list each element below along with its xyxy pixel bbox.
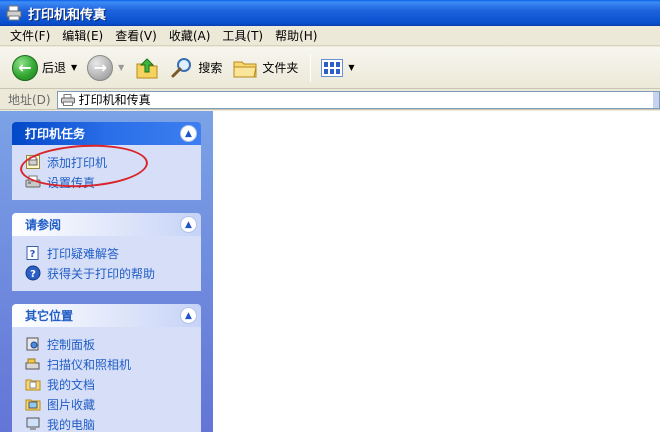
control-panel-icon	[25, 336, 41, 352]
my-pictures-icon	[25, 396, 41, 412]
address-value: 打印机和传真	[78, 93, 151, 107]
panel-title: 其它位置	[25, 309, 74, 323]
views-dropdown-icon[interactable]: ▼	[348, 63, 354, 72]
task-print-troubleshooter[interactable]: ? 打印疑难解答	[25, 243, 201, 263]
my-computer-icon	[25, 416, 41, 432]
panel-body: ? 打印疑难解答 ? 获得关于打印的帮助	[12, 236, 201, 291]
task-label: 获得关于打印的帮助	[47, 266, 156, 281]
svg-text:?: ?	[30, 269, 36, 280]
up-folder-icon	[134, 55, 160, 81]
panel-header[interactable]: 请参阅 ▲	[12, 213, 201, 236]
collapse-icon[interactable]: ▲	[180, 125, 197, 142]
search-button-label: 搜索	[198, 61, 223, 75]
window-title: 打印机和传真	[28, 7, 107, 23]
views-icon	[321, 58, 344, 77]
printer-fax-icon	[60, 93, 75, 106]
back-button-label: 后退	[42, 61, 67, 75]
fax-icon	[25, 174, 41, 190]
scanner-camera-icon	[25, 356, 41, 372]
panel-title: 打印机任务	[25, 127, 86, 141]
folder-icon	[232, 57, 258, 79]
address-dropdown-icon[interactable]	[653, 91, 659, 108]
task-scanners-cameras[interactable]: 扫描仪和照相机	[25, 354, 201, 374]
toolbar: ← 后退 ▼ → ▼ 搜索 文件夹 ▼	[0, 47, 660, 89]
task-label: 控制面板	[47, 337, 96, 352]
printer-fax-icon	[6, 5, 22, 21]
menu-tools[interactable]: 工具(T)	[216, 27, 269, 45]
forward-dropdown-icon[interactable]: ▼	[118, 63, 124, 72]
svg-text:?: ?	[30, 249, 36, 260]
menu-view[interactable]: 查看(V)	[109, 27, 163, 45]
folders-button[interactable]: 文件夹	[228, 51, 302, 85]
search-icon	[170, 56, 194, 80]
folders-button-label: 文件夹	[262, 61, 299, 75]
address-input[interactable]: 打印机和传真	[56, 90, 660, 109]
address-bar: 地址(D) 打印机和传真	[0, 90, 660, 110]
task-my-computer[interactable]: 我的电脑	[25, 414, 201, 432]
task-label: 设置传真	[47, 175, 96, 190]
add-printer-icon	[25, 154, 41, 170]
title-bar[interactable]: 打印机和传真	[0, 0, 660, 26]
up-folder-button[interactable]	[130, 51, 164, 85]
collapse-icon[interactable]: ▲	[180, 216, 197, 233]
task-label: 我的文档	[47, 377, 96, 392]
address-label: 地址(D)	[8, 93, 51, 107]
back-dropdown-icon[interactable]: ▼	[71, 63, 77, 72]
panel-other-places: 其它位置 ▲ 控制面板 扫描仪和照相机 我的文档 图片收藏 我的电脑	[12, 304, 201, 432]
panel-printer-tasks: 打印机任务 ▲ 添加打印机 设置传真	[12, 122, 201, 200]
collapse-icon[interactable]: ▲	[180, 307, 197, 324]
back-button[interactable]: ← 后退 ▼	[8, 51, 81, 85]
task-my-pictures[interactable]: 图片收藏	[25, 394, 201, 414]
panel-body: 添加打印机 设置传真	[12, 145, 201, 200]
panel-see-also: 请参阅 ▲ ? 打印疑难解答 ? 获得关于打印的帮助	[12, 213, 201, 291]
menu-favorites[interactable]: 收藏(A)	[163, 27, 217, 45]
panel-body: 控制面板 扫描仪和照相机 我的文档 图片收藏 我的电脑	[12, 327, 201, 432]
menu-edit[interactable]: 编辑(E)	[56, 27, 109, 45]
task-label: 我的电脑	[47, 417, 96, 432]
menu-file[interactable]: 文件(F)	[4, 27, 56, 45]
menu-bar: 文件(F) 编辑(E) 查看(V) 收藏(A) 工具(T) 帮助(H)	[0, 26, 660, 46]
task-label: 图片收藏	[47, 397, 96, 412]
panel-header[interactable]: 其它位置 ▲	[12, 304, 201, 327]
task-add-printer[interactable]: 添加打印机	[25, 152, 201, 172]
help-icon: ?	[25, 265, 41, 281]
views-button[interactable]: ▼	[317, 51, 358, 85]
task-setup-fax[interactable]: 设置传真	[25, 172, 201, 192]
task-my-documents[interactable]: 我的文档	[25, 374, 201, 394]
forward-button[interactable]: → ▼	[83, 51, 128, 85]
my-documents-icon	[25, 376, 41, 392]
task-label: 扫描仪和照相机	[47, 357, 132, 372]
panel-header[interactable]: 打印机任务 ▲	[12, 122, 201, 145]
search-button[interactable]: 搜索	[166, 51, 226, 85]
task-pane: 打印机任务 ▲ 添加打印机 设置传真 请参阅 ▲ ? 打印疑难解答 ? 获得关于…	[0, 111, 213, 432]
task-printing-help[interactable]: ? 获得关于打印的帮助	[25, 263, 201, 283]
task-control-panel[interactable]: 控制面板	[25, 334, 201, 354]
menu-help[interactable]: 帮助(H)	[269, 27, 323, 45]
panel-title: 请参阅	[25, 218, 62, 232]
task-label: 添加打印机	[47, 155, 108, 170]
main-content: 打印机任务 ▲ 添加打印机 设置传真 请参阅 ▲ ? 打印疑难解答 ? 获得关于…	[0, 111, 660, 432]
toolbar-separator	[310, 53, 312, 82]
task-label: 打印疑难解答	[47, 246, 120, 261]
forward-arrow-icon: →	[87, 54, 114, 81]
back-arrow-icon: ←	[12, 54, 38, 81]
help-book-icon: ?	[25, 245, 41, 261]
